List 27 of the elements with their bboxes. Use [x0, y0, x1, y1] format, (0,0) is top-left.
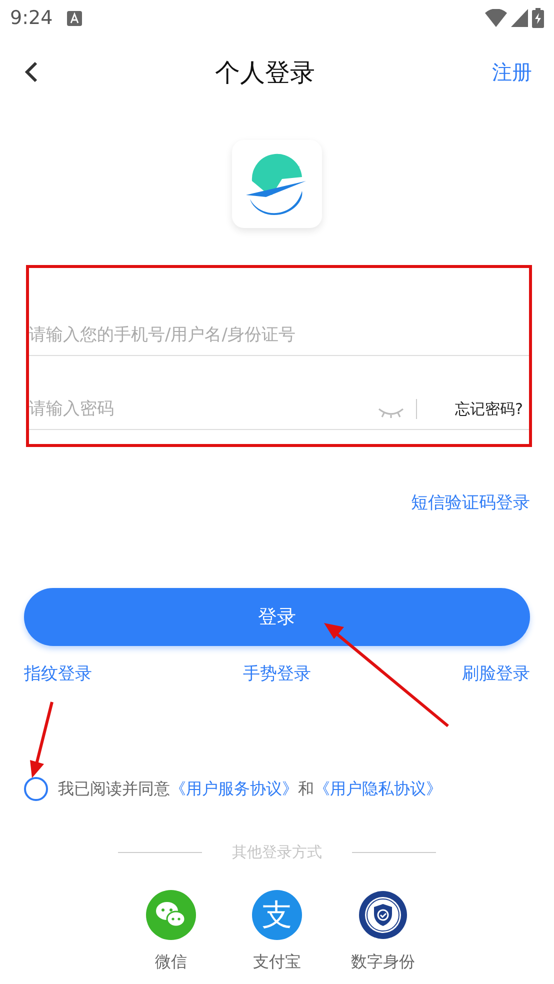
alt-login-link[interactable]: 手势登录	[243, 662, 311, 685]
signal-icon	[511, 9, 528, 27]
alipay-icon[interactable]: 支	[252, 890, 302, 940]
forgot-password-link[interactable]: 忘记密码?	[455, 400, 523, 419]
method-label: 微信	[155, 952, 187, 973]
username-field[interactable]: 请输入您的手机号/用户名/身份证号	[29, 325, 529, 345]
notification-icon	[66, 10, 82, 26]
other-methods-title: 其他登录方式	[232, 843, 322, 862]
method-label: 数字身份	[351, 952, 415, 973]
shield-badge-icon[interactable]	[358, 890, 408, 940]
login-button[interactable]: 登录	[24, 588, 530, 646]
back-icon[interactable]	[24, 61, 38, 83]
sms-login-link[interactable]: 短信验证码登录	[411, 491, 530, 514]
wifi-icon	[485, 9, 507, 27]
status-time: 9:24	[10, 7, 53, 29]
page-title: 个人登录	[214, 56, 316, 88]
password-field[interactable]: 请输入密码	[29, 399, 378, 419]
alt-login-link[interactable]: 指纹登录	[24, 662, 92, 685]
service-agreement-link[interactable]: 《用户服务协议》	[170, 778, 298, 798]
privacy-agreement-link[interactable]: 《用户隐私协议》	[314, 778, 442, 798]
register-link[interactable]: 注册	[492, 58, 532, 86]
agreement-text: 我已阅读并同意《用户服务协议》和《用户隐私协议》	[58, 778, 442, 800]
chat-bubbles-icon[interactable]	[146, 890, 196, 940]
battery-icon	[532, 8, 544, 28]
alt-login-link[interactable]: 刷脸登录	[462, 662, 530, 685]
method-label: 支付宝	[253, 952, 301, 973]
agree-checkbox[interactable]	[24, 777, 48, 801]
